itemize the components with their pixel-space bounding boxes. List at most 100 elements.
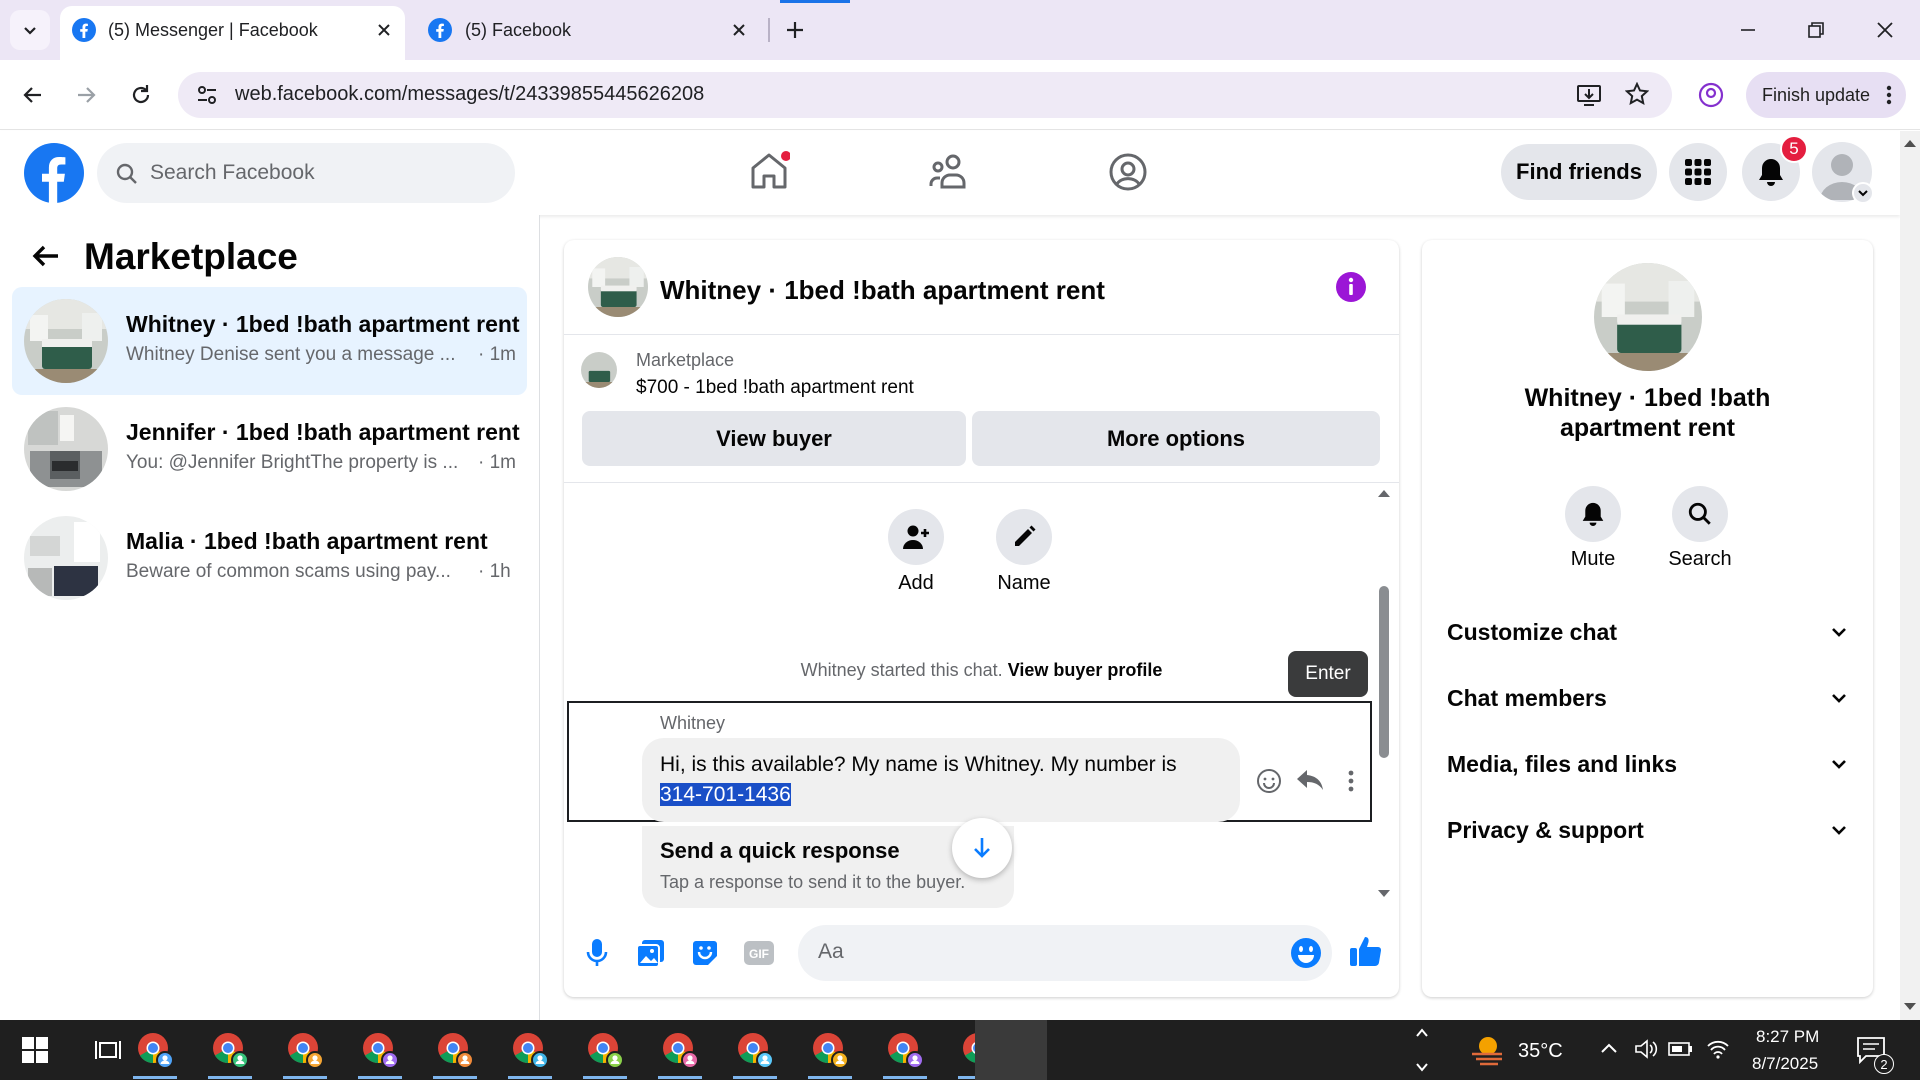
react-emoji-icon[interactable]: [1256, 768, 1282, 794]
account-menu-chevron[interactable]: [1852, 182, 1874, 204]
scroll-down-arrow-icon[interactable]: [1377, 889, 1391, 899]
chat-scrollbar-thumb[interactable]: [1379, 586, 1389, 758]
install-app-icon[interactable]: [1576, 83, 1602, 107]
conversation-preview: Whitney Denise sent you a message ...: [126, 344, 456, 365]
view-buyer-button[interactable]: View buyer: [582, 411, 966, 466]
tab-close-icon[interactable]: [375, 21, 393, 39]
taskbar-chrome-app[interactable]: [350, 1020, 410, 1080]
search-label: Search: [1668, 548, 1732, 570]
view-buyer-label: View buyer: [716, 425, 832, 451]
scroll-to-bottom-button[interactable]: [952, 818, 1012, 878]
like-thumb-icon[interactable]: [1349, 934, 1383, 968]
taskbar-app-underline: [583, 1076, 627, 1079]
clock-time[interactable]: 8:27 PM: [1756, 1027, 1819, 1047]
search-in-chat-button[interactable]: [1672, 486, 1728, 542]
message-input[interactable]: Aa: [798, 925, 1332, 981]
volume-icon[interactable]: [1634, 1038, 1658, 1060]
taskbar-chrome-app[interactable]: [575, 1020, 635, 1080]
sticker-icon[interactable]: [690, 938, 720, 968]
temperature[interactable]: 35°C: [1518, 1040, 1563, 1063]
listing-title[interactable]: $700 - 1bed !bath apartment rent: [636, 377, 914, 399]
microphone-icon[interactable]: [585, 938, 609, 968]
back-button[interactable]: [13, 75, 53, 115]
add-people-button[interactable]: [888, 509, 944, 565]
emoji-picker-icon[interactable]: [1290, 937, 1322, 969]
chat-info-avatar[interactable]: [1594, 263, 1702, 371]
finish-update-button[interactable]: Finish update: [1746, 72, 1906, 118]
menu-button[interactable]: [1669, 143, 1727, 201]
forward-button[interactable]: [66, 75, 106, 115]
taskbar-app-underline: [658, 1076, 702, 1079]
scroll-up-arrow-icon[interactable]: [1377, 488, 1391, 498]
edit-name-button[interactable]: [996, 509, 1052, 565]
mute-button[interactable]: [1565, 486, 1621, 542]
taskbar-chrome-app[interactable]: [800, 1020, 860, 1080]
privacy-support-section[interactable]: Privacy & support: [1447, 805, 1847, 855]
message-bubble[interactable]: Hi, is this available? My name is Whitne…: [642, 738, 1240, 822]
site-info-icon[interactable]: [196, 84, 218, 106]
taskbar-chrome-app[interactable]: [875, 1020, 935, 1080]
find-friends-button[interactable]: Find friends: [1501, 144, 1657, 200]
reply-icon[interactable]: [1296, 768, 1324, 792]
gif-icon[interactable]: GIF: [743, 940, 775, 966]
tab-search-button[interactable]: [10, 10, 50, 50]
chat-title[interactable]: Whitney · 1bed !bath apartment rent: [660, 275, 1105, 306]
groups-nav-icon[interactable]: [1108, 152, 1148, 192]
listing-thumbnail: [24, 299, 108, 383]
bookmark-star-icon[interactable]: [1625, 82, 1649, 106]
media-files-section[interactable]: Media, files and links: [1447, 739, 1847, 789]
tab-facebook[interactable]: (5) Facebook: [420, 6, 765, 60]
info-icon[interactable]: [1336, 272, 1366, 302]
facebook-logo-icon[interactable]: [24, 143, 84, 203]
tab-title: (5) Messenger | Facebook: [108, 20, 318, 40]
arrow-left-icon: [22, 84, 44, 106]
profile-icon[interactable]: [1698, 82, 1724, 108]
clock-date[interactable]: 8/7/2025: [1752, 1054, 1818, 1074]
task-view-icon: [95, 1038, 121, 1062]
taskbar-chrome-app[interactable]: [725, 1020, 785, 1080]
tab-close-icon[interactable]: [730, 21, 748, 39]
battery-icon[interactable]: [1668, 1040, 1694, 1058]
message-sender: Whitney: [660, 713, 726, 733]
conversation-item[interactable]: Whitney · 1bed !bath apartment rent Whit…: [12, 287, 527, 395]
wifi-icon[interactable]: [1706, 1038, 1730, 1060]
taskbar-chrome-app[interactable]: [125, 1020, 185, 1080]
url-text[interactable]: web.facebook.com/messages/t/243398554456…: [235, 83, 704, 106]
taskbar-app-underline: [808, 1076, 852, 1079]
page-scrollbar[interactable]: [1900, 131, 1920, 1020]
conversation-preview: Beware of common scams using pay...: [126, 561, 451, 582]
reload-button[interactable]: [121, 75, 161, 115]
chat-avatar[interactable]: [588, 257, 648, 317]
chevron-up-icon[interactable]: [1600, 1042, 1618, 1054]
tab-messenger[interactable]: (5) Messenger | Facebook: [60, 6, 405, 60]
home-nav-icon[interactable]: [748, 150, 790, 192]
enter-tooltip: Enter: [1288, 651, 1368, 697]
chat-members-section[interactable]: Chat members: [1447, 673, 1847, 723]
weather-icon[interactable]: [1470, 1032, 1506, 1066]
taskbar-chrome-app[interactable]: [650, 1020, 710, 1080]
more-actions-icon[interactable]: [1348, 770, 1354, 792]
more-options-button[interactable]: More options: [972, 411, 1380, 466]
restore-button[interactable]: [1786, 0, 1846, 60]
close-window-button[interactable]: [1855, 0, 1915, 60]
taskbar-chrome-app[interactable]: [200, 1020, 260, 1080]
message-phone-number[interactable]: 314-701-1436: [660, 783, 791, 806]
page-scroll-up-icon[interactable]: [1903, 138, 1917, 148]
new-tab-button[interactable]: [775, 10, 815, 50]
taskbar-chrome-app[interactable]: [275, 1020, 335, 1080]
minimize-button[interactable]: [1718, 0, 1778, 60]
page-scroll-down-icon[interactable]: [1903, 1002, 1917, 1012]
start-button[interactable]: [5, 1020, 65, 1080]
taskbar-scroll-icon[interactable]: [1415, 1024, 1429, 1076]
facebook-search-input[interactable]: Search Facebook: [97, 143, 515, 203]
back-arrow-icon[interactable]: [30, 240, 62, 272]
photo-gallery-icon[interactable]: [636, 938, 666, 968]
view-buyer-profile-link[interactable]: View buyer profile: [1008, 660, 1163, 680]
friends-nav-icon[interactable]: [928, 153, 970, 191]
conversation-item[interactable]: Malia · 1bed !bath apartment rent Beware…: [12, 504, 527, 612]
customize-chat-section[interactable]: Customize chat: [1447, 607, 1847, 657]
conversation-item[interactable]: Jennifer · 1bed !bath apartment rent You…: [12, 395, 527, 503]
taskbar-chrome-app[interactable]: [500, 1020, 560, 1080]
tooltip-text: Enter: [1305, 663, 1351, 684]
taskbar-chrome-app[interactable]: [425, 1020, 485, 1080]
